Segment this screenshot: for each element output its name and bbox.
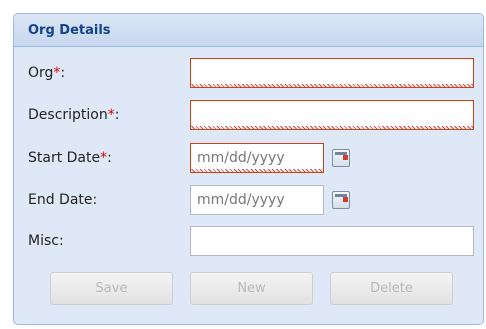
delete-button[interactable]: Delete <box>330 272 453 305</box>
start-date-row: Start Date*: mm/dd/yyyy <box>14 143 483 173</box>
org-details-panel: Org Details Org*: Description*: Start Da… <box>13 13 484 325</box>
required-marker: * <box>107 107 115 123</box>
end-date-label: End Date: <box>28 192 98 208</box>
start-date-input[interactable]: mm/dd/yyyy <box>190 143 324 173</box>
description-label: Description*: <box>28 107 120 123</box>
save-button[interactable]: Save <box>50 272 173 305</box>
description-row: Description*: <box>14 100 483 130</box>
start-date-label: Start Date*: <box>28 150 112 166</box>
calendar-icon[interactable] <box>332 149 350 167</box>
misc-row: Misc: <box>14 226 483 256</box>
end-date-input[interactable]: mm/dd/yyyy <box>190 185 324 215</box>
misc-label: Misc: <box>28 233 64 249</box>
org-label: Org*: <box>28 65 66 81</box>
description-input[interactable] <box>190 100 474 130</box>
org-row: Org*: <box>14 58 483 88</box>
end-date-row: End Date: mm/dd/yyyy <box>14 185 483 215</box>
org-input[interactable] <box>190 58 474 88</box>
panel-title: Org Details <box>14 14 483 47</box>
misc-input[interactable] <box>190 226 474 256</box>
calendar-icon[interactable] <box>332 191 350 209</box>
new-button[interactable]: New <box>190 272 313 305</box>
